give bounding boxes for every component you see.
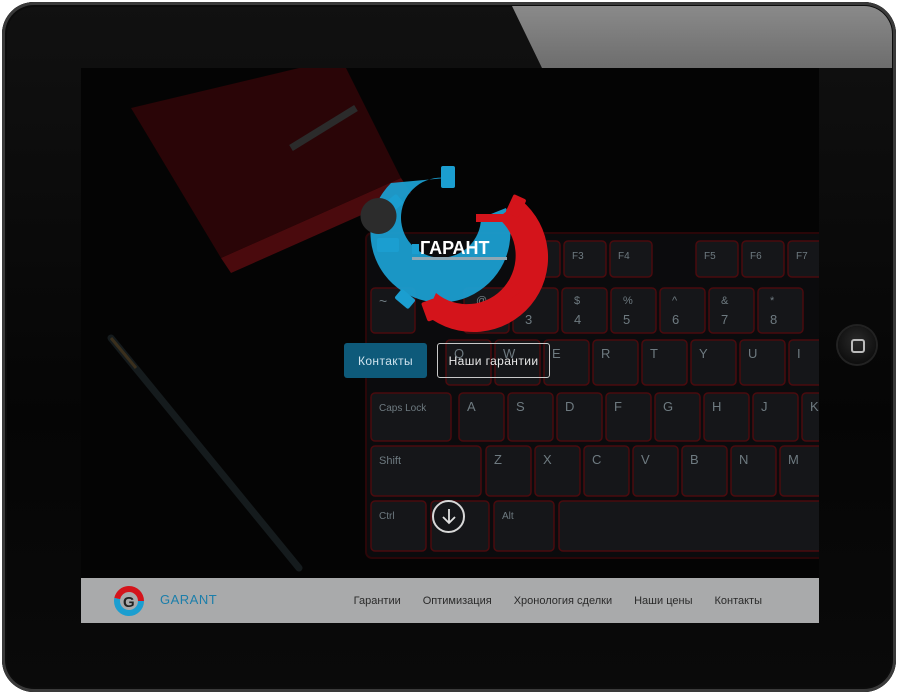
keyboard-key (641, 339, 688, 386)
keyboard-key-label: A (467, 399, 476, 414)
keyboard-key-label: 3 (525, 312, 532, 327)
keyboard-key-label: U (748, 346, 757, 361)
keyboard-key-label: B (690, 452, 699, 467)
home-button-icon[interactable] (838, 326, 876, 364)
keyboard-key (558, 500, 819, 552)
keyboard-key (708, 287, 755, 334)
keyboard-key-label: X (543, 452, 552, 467)
nav-item-deal-timeline[interactable]: Хронология сделки (514, 595, 612, 607)
keyboard-key (681, 445, 728, 497)
keyboard-key-label: R (601, 346, 610, 361)
keyboard-key-label: K (810, 399, 819, 414)
keyboard-key (609, 240, 653, 278)
keyboard-key-label: Shift (379, 455, 401, 467)
keyboard-key (592, 339, 639, 386)
keyboard-key (695, 240, 739, 278)
keyboard-key-label: I (797, 346, 801, 361)
keyboard-key-label: $ (574, 295, 580, 307)
keyboard-key-label: 7 (721, 312, 728, 327)
keyboard-key (752, 392, 799, 442)
keyboard-key-label: Z (494, 452, 502, 467)
keyboard-key (690, 339, 737, 386)
keyboard-key (610, 287, 657, 334)
keyboard-key (632, 445, 679, 497)
keyboard-key-label: ~ (379, 293, 387, 309)
keyboard-key-label: Ctrl (379, 511, 395, 522)
keyboard-key (583, 445, 630, 497)
keyboard-key (730, 445, 777, 497)
keyboard-key (493, 500, 555, 552)
logo-text: ГАРАНТ (420, 238, 490, 258)
keyboard-key (757, 287, 804, 334)
nav-logo-icon[interactable]: G (111, 583, 147, 619)
svg-text:G: G (123, 594, 135, 611)
keyboard-key (507, 392, 554, 442)
keyboard-key (779, 445, 819, 497)
nav-item-optimization[interactable]: Оптимизация (423, 595, 492, 607)
keyboard-key-label: & (721, 295, 729, 307)
screen: F2F3F4F5F6F7@2#3$4%5^6&7*8~QWERTYUICaps … (81, 68, 819, 623)
keyboard-key (659, 287, 706, 334)
keyboard-key-label: M (788, 452, 799, 467)
keyboard-key-label: 4 (574, 312, 581, 327)
tablet-glare (512, 6, 892, 68)
contacts-button[interactable]: Контакты (344, 343, 427, 378)
keyboard-key (741, 240, 785, 278)
brand-name[interactable]: GARANT (160, 592, 217, 607)
nav-menu: Гарантии Оптимизация Хронология сделки Н… (354, 578, 762, 623)
keyboard-key (703, 392, 750, 442)
guarantees-button[interactable]: Наши гарантии (437, 343, 550, 378)
keyboard-key-label: F6 (750, 251, 762, 262)
keyboard-key (556, 392, 603, 442)
keyboard-key (458, 392, 505, 442)
keyboard-key (605, 392, 652, 442)
keyboard-key-label: 8 (770, 312, 777, 327)
keyboard-key-label: * (770, 295, 775, 307)
keyboard-key-label: T (650, 346, 658, 361)
keyboard-key-label: F3 (572, 251, 584, 262)
keyboard-key (543, 339, 590, 386)
keyboard-key (534, 445, 581, 497)
keyboard-key-label: F7 (796, 251, 808, 262)
nav-item-contacts[interactable]: Контакты (714, 595, 762, 607)
keyboard-key-label: N (739, 452, 748, 467)
keyboard-key-label: 5 (623, 312, 630, 327)
keyboard-key-label: F4 (618, 251, 630, 262)
keyboard-key-label: F5 (704, 251, 716, 262)
keyboard-key-label: 6 (672, 312, 679, 327)
keyboard-key (739, 339, 786, 386)
keyboard-key (561, 287, 608, 334)
keyboard-key-label: ^ (672, 295, 678, 307)
keyboard-key-label: E (552, 346, 561, 361)
keyboard-key (654, 392, 701, 442)
hero-buttons: Контакты Наши гарантии (344, 343, 550, 378)
keyboard-key-label: % (623, 295, 633, 307)
keyboard-key-label: Caps Lock (379, 403, 427, 414)
keyboard-key (370, 392, 452, 442)
keyboard-key-label: H (712, 399, 721, 414)
nav-item-prices[interactable]: Наши цены (634, 595, 692, 607)
keyboard-key (370, 445, 482, 497)
keyboard-key (370, 500, 427, 552)
arrow-down-circle-icon[interactable] (432, 500, 465, 533)
keyboard-key (485, 445, 532, 497)
keyboard-key-label: V (641, 452, 650, 467)
nav-item-guarantees[interactable]: Гарантии (354, 595, 401, 607)
keyboard-key (788, 339, 819, 386)
navbar: G GARANT Гарантии Оптимизация Хронология… (81, 578, 819, 623)
keyboard-key (563, 240, 607, 278)
keyboard-key-label: C (592, 452, 601, 467)
keyboard-key-label: D (565, 399, 574, 414)
keyboard-key-label: G (663, 399, 673, 414)
keyboard-key-label: S (516, 399, 525, 414)
keyboard-key-label: F (614, 399, 622, 414)
keyboard-key-label: Alt (502, 511, 514, 522)
keyboard-key-label: Y (699, 346, 708, 361)
keyboard-key-label: J (761, 399, 768, 414)
